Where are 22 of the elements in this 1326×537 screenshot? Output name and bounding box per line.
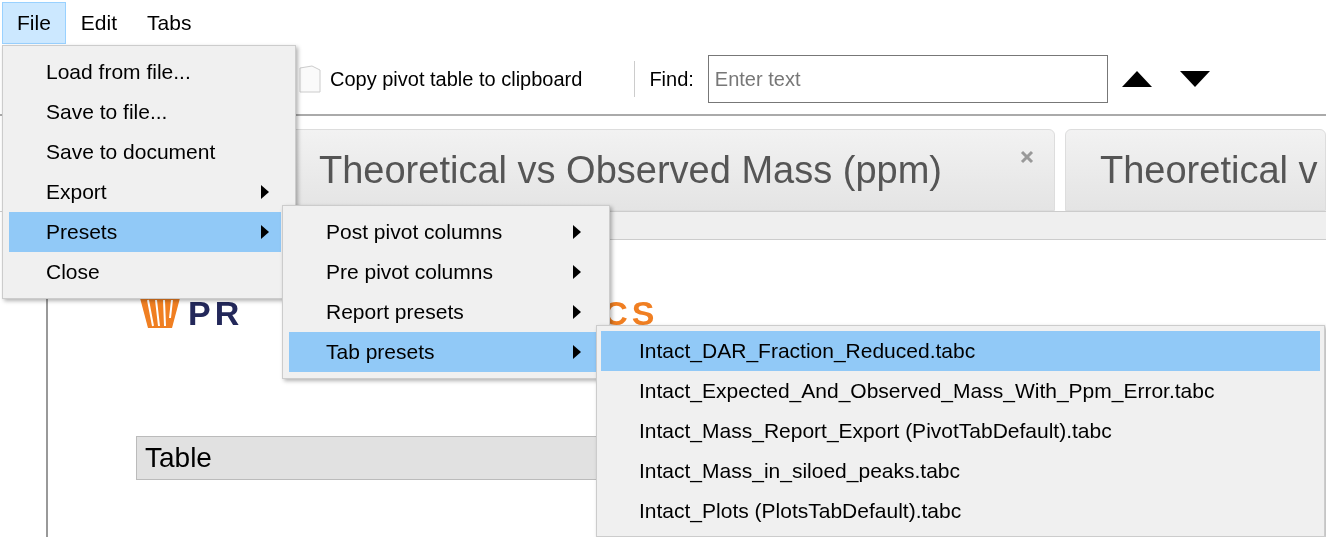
clipboard-icon <box>298 64 322 94</box>
menu-item[interactable]: Load from file... <box>9 52 281 92</box>
menu-item[interactable]: File <box>2 2 66 44</box>
logo-icon <box>140 298 180 328</box>
find-next-icon[interactable] <box>1179 71 1210 87</box>
find-label: Find: <box>649 67 694 92</box>
tab[interactable]: Theoretical v <box>1065 129 1326 211</box>
find-field[interactable]: Enter text <box>707 55 1108 103</box>
menu-item[interactable]: Post pivot columns <box>289 212 603 252</box>
menu-item[interactable]: Edit <box>65 2 133 44</box>
menu-item[interactable]: Presets <box>9 212 281 252</box>
menu-item[interactable]: Intact_DAR_Fraction_Reduced.tabc <box>601 331 1320 371</box>
menu-item[interactable]: Report presets <box>289 292 603 332</box>
menu-item[interactable]: Save to file... <box>9 92 281 132</box>
find-previous-icon[interactable] <box>1121 71 1152 87</box>
logo-text: PR <box>188 296 244 330</box>
copy-pivot-table-button[interactable]: Copy pivot table to clipboard <box>330 64 583 94</box>
menu-item[interactable]: Close <box>9 252 281 292</box>
menu-item[interactable]: Pre pivot columns <box>289 252 603 292</box>
menu-item[interactable]: Intact_Expected_And_Observed_Mass_With_Ppm_Error.tabc <box>601 371 1320 411</box>
menu-item[interactable]: Intact_Plots (PlotsTabDefault).tabc <box>601 491 1320 531</box>
menu-item[interactable]: Tabs <box>132 2 207 44</box>
